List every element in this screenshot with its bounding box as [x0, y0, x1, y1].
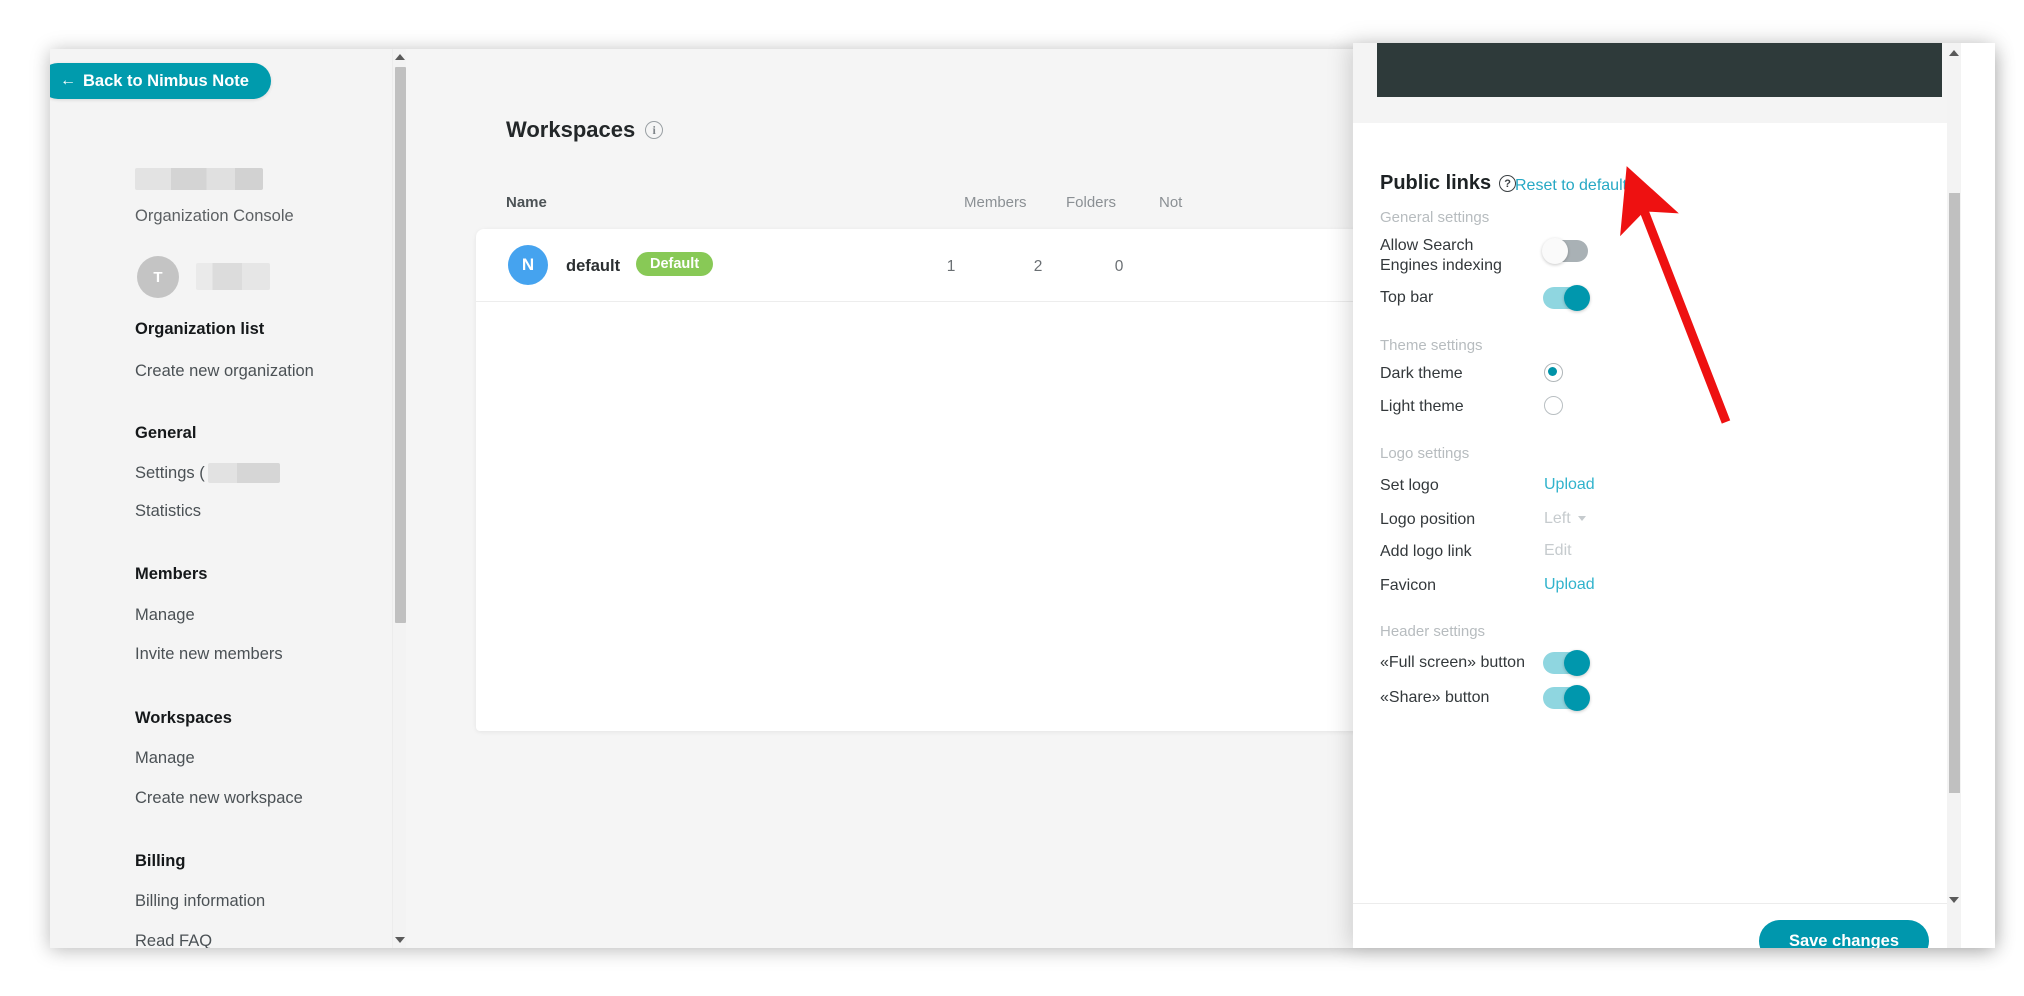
sidebar-scroll-down-icon[interactable] — [393, 932, 407, 948]
sidebar-item-create-new-workspace[interactable]: Create new workspace — [135, 789, 303, 808]
chevron-down-icon — [1577, 516, 1586, 522]
panel-header: Public links ? — [1380, 172, 1517, 195]
column-header-notes: Not — [1159, 194, 1183, 211]
app-root: ← Back to Nimbus Note Organization Conso… — [0, 0, 2024, 996]
toggle-share-button[interactable] — [1543, 685, 1590, 711]
settings-value-redacted — [207, 463, 280, 483]
row-label-allow-search-engines-indexing: Allow Search Engines indexing — [1380, 237, 1502, 274]
back-button-label: Back to Nimbus Note — [83, 71, 249, 90]
workspace-avatar: N — [508, 245, 548, 285]
back-to-nimbus-note-button[interactable]: ← Back to Nimbus Note — [50, 63, 271, 99]
workspace-members-count: 1 — [946, 258, 956, 275]
sidebar-group-organization-list: Organization list — [135, 320, 265, 338]
section-theme-settings-label: Theme settings — [1380, 337, 1483, 354]
sidebar-group-workspaces: Workspaces — [135, 709, 232, 727]
toggle-knob — [1542, 238, 1568, 264]
organization-name-redacted — [135, 168, 263, 190]
public-links-settings-panel: Public links ? Reset to default General … — [1353, 43, 1995, 948]
sidebar-scroll-up-icon[interactable] — [393, 49, 407, 65]
save-changes-button[interactable]: Save changes — [1758, 920, 1929, 948]
sidebar-item-billing-information[interactable]: Billing information — [135, 892, 265, 911]
sidebar-item-create-new-organization[interactable]: Create new organization — [135, 362, 314, 381]
sidebar-item-settings[interactable]: Settings ( — [135, 463, 280, 483]
panel-scroll-thumb[interactable] — [1949, 193, 1960, 793]
sidebar-scrollbar[interactable] — [392, 49, 406, 948]
question-circle-icon[interactable]: ? — [1499, 175, 1517, 192]
radio-dark-theme[interactable] — [1544, 363, 1563, 382]
column-header-name: Name — [506, 194, 547, 211]
add-logo-link-edit-link[interactable]: Edit — [1544, 542, 1572, 560]
sidebar-item-read-faq[interactable]: Read FAQ — [135, 932, 212, 948]
toggle-knob — [1564, 685, 1590, 711]
logo-position-select[interactable]: Left — [1544, 510, 1586, 528]
sidebar-group-general: General — [135, 424, 197, 442]
row-label-full-screen-button: «Full screen» button — [1380, 654, 1525, 671]
radio-light-theme[interactable] — [1544, 396, 1563, 415]
sidebar-item-statistics[interactable]: Statistics — [135, 502, 201, 521]
row-label-add-logo-link: Add logo link — [1380, 543, 1472, 560]
row-label-favicon: Favicon — [1380, 577, 1437, 594]
status-badge: Default — [636, 252, 714, 276]
sidebar-item-workspaces-manage[interactable]: Manage — [135, 749, 195, 768]
set-logo-upload-link[interactable]: Upload — [1544, 476, 1595, 494]
toggle-knob — [1564, 650, 1590, 676]
sidebar: ← Back to Nimbus Note Organization Conso… — [50, 49, 405, 948]
reset-to-default-link[interactable]: Reset to default — [1515, 177, 1627, 195]
panel-scrollbar[interactable] — [1947, 43, 1961, 948]
toggle-allow-search-engines-indexing[interactable] — [1542, 238, 1588, 264]
sidebar-group-billing: Billing — [135, 852, 186, 870]
sidebar-scroll-thumb[interactable] — [395, 67, 406, 623]
sidebar-item-members-manage[interactable]: Manage — [135, 606, 195, 625]
toggle-full-screen-button[interactable] — [1543, 650, 1590, 676]
toggle-top-bar[interactable] — [1543, 285, 1590, 311]
section-logo-settings-label: Logo settings — [1380, 445, 1470, 462]
sidebar-item-invite-new-members[interactable]: Invite new members — [135, 645, 283, 664]
panel-body: Public links ? Reset to default General … — [1353, 125, 1961, 865]
row-label-set-logo: Set logo — [1380, 477, 1439, 494]
sidebar-item-settings-label: Settings ( — [135, 463, 205, 482]
row-label-logo-position: Logo position — [1380, 511, 1476, 528]
panel-scroll-up-icon[interactable] — [1947, 45, 1961, 61]
panel-title: Public links — [1380, 172, 1492, 194]
arrow-left-icon: ← — [60, 72, 76, 89]
page-title: Workspaces i — [506, 117, 664, 143]
panel-preview-area — [1353, 43, 1961, 123]
user-name-redacted — [196, 263, 270, 290]
panel-right-strip — [1961, 43, 1995, 948]
info-icon[interactable]: i — [645, 121, 664, 139]
workspace-notes-count: 0 — [1114, 258, 1124, 275]
public-link-preview — [1377, 43, 1942, 97]
workspace-name: default — [566, 257, 621, 275]
row-label-top-bar: Top bar — [1380, 289, 1434, 306]
column-header-folders: Folders — [1066, 194, 1117, 211]
logo-position-value: Left — [1544, 510, 1571, 527]
page-title-text: Workspaces — [506, 117, 636, 142]
row-label-share-button: «Share» button — [1380, 689, 1490, 706]
section-general-settings-label: General settings — [1380, 209, 1490, 226]
panel-scroll-down-icon[interactable] — [1947, 892, 1961, 908]
toggle-knob — [1564, 285, 1590, 311]
user-avatar[interactable]: T — [137, 256, 179, 298]
column-header-members: Members — [964, 194, 1027, 211]
workspace-folders-count: 2 — [1033, 258, 1043, 275]
row-label-light-theme: Light theme — [1380, 398, 1464, 415]
row-label-dark-theme: Dark theme — [1380, 365, 1463, 382]
favicon-upload-link[interactable]: Upload — [1544, 576, 1595, 594]
section-header-settings-label: Header settings — [1380, 623, 1486, 640]
organization-console-label: Organization Console — [135, 207, 294, 225]
sidebar-group-members: Members — [135, 565, 208, 583]
panel-footer: Save changes — [1353, 904, 1961, 948]
